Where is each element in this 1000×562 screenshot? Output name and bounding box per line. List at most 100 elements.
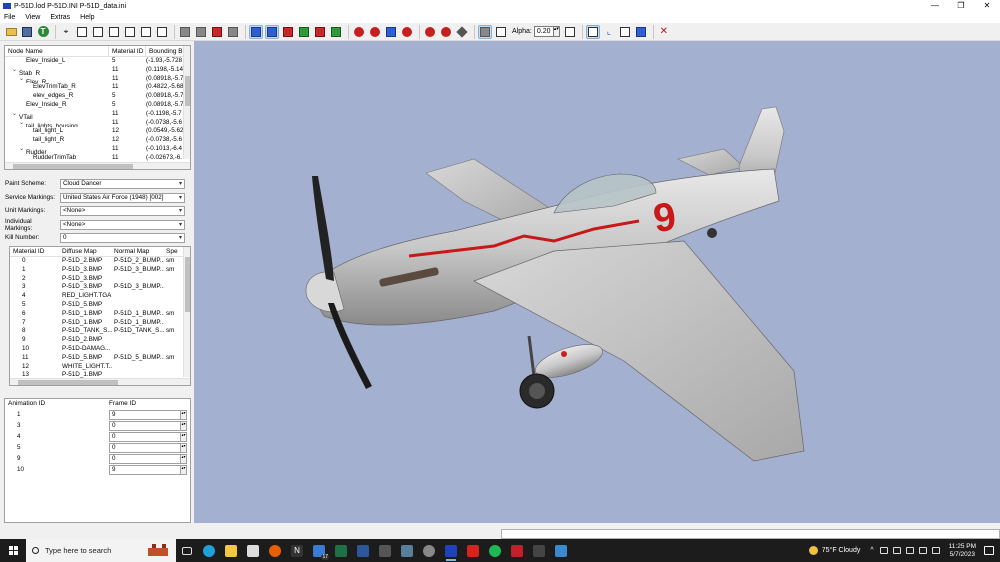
display-icon[interactable] <box>892 547 901 554</box>
render-red-button[interactable] <box>281 25 295 39</box>
light-red-button[interactable] <box>423 25 437 39</box>
axis-button[interactable]: ⌞ <box>602 25 616 39</box>
service-markings-select[interactable]: United States Air Force (1948) [002] ▾ <box>60 192 185 203</box>
menu-view[interactable]: View <box>25 14 40 21</box>
material-row[interactable]: 2 P-51D_3.BMP <box>10 275 190 284</box>
bounding-box-button[interactable] <box>563 25 577 39</box>
frame-id-input[interactable]: 0 ▴▾ <box>109 420 187 431</box>
render-blue-button-1[interactable] <box>249 24 263 39</box>
render-green-button[interactable] <box>297 25 311 39</box>
frame-id-input[interactable]: 0 ▴▾ <box>109 431 187 442</box>
material-red-button-3[interactable] <box>400 25 414 39</box>
col-node-name[interactable]: Node Name <box>5 46 109 56</box>
alpha-input[interactable]: 0.20 <box>533 26 554 37</box>
network-icon[interactable] <box>879 547 888 554</box>
frame-spinner[interactable]: ▴▾ <box>180 432 186 441</box>
calculator-button[interactable] <box>374 539 396 562</box>
tree-row[interactable]: elev_edges_R 5 (0.08918,-5.7 <box>5 92 190 101</box>
material-row[interactable]: 5 P-51D_5.BMP <box>10 301 190 310</box>
col-material-id[interactable]: Material ID <box>109 46 146 56</box>
grid-toggle-button[interactable] <box>585 24 600 39</box>
tree-row[interactable]: ⌄ Elev_R 11 (0.08918,-5.7 <box>5 75 190 84</box>
frame-spinner[interactable]: ▴▾ <box>180 465 186 474</box>
menu-file[interactable]: File <box>4 14 15 21</box>
tree-row[interactable]: Elev_Inside_R 5 (0.08918,-5.7 <box>5 101 190 110</box>
notification-icon[interactable] <box>984 546 994 555</box>
transparent-view-button[interactable] <box>494 25 508 39</box>
tree-row[interactable]: Elev_Inside_L 5 (-1.93,-5.728 <box>5 57 190 66</box>
individual-markings-select[interactable]: <None> ▾ <box>60 219 185 230</box>
acrobat-button[interactable] <box>462 539 484 562</box>
view-top-button[interactable] <box>139 25 153 39</box>
app-photo-button[interactable] <box>550 539 572 562</box>
chevron-down-icon[interactable]: ⌄ <box>19 75 26 84</box>
chevron-down-icon[interactable]: ⌄ <box>19 145 26 154</box>
shade-button-4[interactable] <box>226 25 240 39</box>
material-row[interactable]: 6 P-51D_1.BMP P-51D_1_BUMP.... sm <box>10 310 190 319</box>
clock[interactable]: 11:25 PM 5/7/2023 <box>949 543 976 559</box>
material-row[interactable]: 9 P-51D_2.BMP <box>10 336 190 345</box>
frame-id-input[interactable]: 9 ▴▾ <box>109 464 187 475</box>
maximize-button[interactable]: ❐ <box>948 0 974 12</box>
paint-scheme-select[interactable]: Cloud Dancer ▾ <box>60 178 185 189</box>
minimize-button[interactable]: — <box>922 0 948 12</box>
tree-row[interactable]: ⌄ Stab_R 11 (0.1198,-5.14 <box>5 66 190 75</box>
unit-markings-select[interactable]: <None> ▾ <box>60 205 185 216</box>
material-red-button-2[interactable] <box>368 25 382 39</box>
view-bottom-button[interactable] <box>155 25 169 39</box>
menu-help[interactable]: Help <box>80 14 94 21</box>
tree-vertical-scrollbar[interactable] <box>183 46 190 159</box>
volume-icon[interactable] <box>905 547 914 554</box>
fit-view-button[interactable] <box>618 25 632 39</box>
solid-view-button[interactable] <box>478 24 492 39</box>
app-n-button[interactable]: N <box>286 539 308 562</box>
materials-table[interactable]: Material ID Diffuse Map Normal Map Spe 0… <box>9 246 191 386</box>
app-plane-button[interactable] <box>528 539 550 562</box>
material-row[interactable]: 0 P-51D_2.BMP P-51D_2_BUMP.... sm <box>10 257 190 266</box>
shade-button-1[interactable] <box>178 25 192 39</box>
spotify-button[interactable] <box>484 539 506 562</box>
frame-spinner[interactable]: ▴▾ <box>180 443 186 452</box>
materials-horizontal-scrollbar[interactable] <box>10 378 190 385</box>
material-row[interactable]: 10 P-51D-DAMAG... <box>10 345 190 354</box>
material-row[interactable]: 11 P-51D_5.BMP P-51D_5_BUMP.... sm <box>10 354 190 363</box>
tree-row[interactable]: ⌄ Rudder 11 (-0.1013,-6.4 <box>5 145 190 154</box>
material-row[interactable]: 7 P-51D_1.BMP P-51D_1_BUMP.... <box>10 319 190 328</box>
render-mixed-button[interactable] <box>313 25 327 39</box>
view-front-button[interactable] <box>75 25 89 39</box>
shade-button-3[interactable] <box>210 25 224 39</box>
chevron-down-icon[interactable]: ⌄ <box>12 66 19 75</box>
col-diffuse-map[interactable]: Diffuse Map <box>60 247 112 256</box>
tree-row[interactable]: ⌄ tail_lights_housing 11 (-0.0738,-5.6 <box>5 119 190 128</box>
word-button[interactable] <box>352 539 374 562</box>
view-back-button[interactable] <box>91 25 105 39</box>
zoom-button[interactable]: ⌖ <box>59 25 73 39</box>
mail-button[interactable]: 17 <box>308 539 330 562</box>
firefox-button[interactable] <box>264 539 286 562</box>
tools-button[interactable]: ✕ <box>657 25 671 39</box>
material-blue-button[interactable] <box>384 25 398 39</box>
light-dark-button[interactable] <box>439 25 453 39</box>
tree-horizontal-scrollbar[interactable] <box>5 162 190 169</box>
app-jet-button[interactable] <box>396 539 418 562</box>
tree-row[interactable]: ElevTrimTab_R 11 (0.4822,-5.68 <box>5 83 190 92</box>
app-gear-button[interactable] <box>418 539 440 562</box>
frame-spinner[interactable]: ▴▾ <box>180 454 186 463</box>
frame-id-input[interactable]: 0 ▴▾ <box>109 453 187 464</box>
material-row[interactable]: 3 P-51D_3.BMP P-51D_3_BUMP.... <box>10 283 190 292</box>
chevron-up-icon[interactable]: ^ <box>870 547 873 554</box>
tree-row[interactable]: ⌄ VTail 11 (-0.1198,-5.7 <box>5 110 190 119</box>
taskbar-search[interactable]: Type here to search <box>26 539 176 562</box>
shade-button-2[interactable] <box>194 25 208 39</box>
excel-button[interactable] <box>330 539 352 562</box>
frame-spinner[interactable]: ▴▾ <box>180 421 186 430</box>
light-grey-button[interactable] <box>455 25 469 39</box>
render-blue-button-2[interactable] <box>265 24 279 39</box>
weather-widget[interactable]: 75°F Cloudy <box>808 546 860 555</box>
file-explorer-button[interactable] <box>220 539 242 562</box>
export-button[interactable] <box>634 25 648 39</box>
edge-button[interactable] <box>198 539 220 562</box>
lod-viewer-button[interactable] <box>440 539 462 562</box>
task-view-button[interactable] <box>176 539 198 562</box>
close-button[interactable]: ✕ <box>974 0 1000 12</box>
